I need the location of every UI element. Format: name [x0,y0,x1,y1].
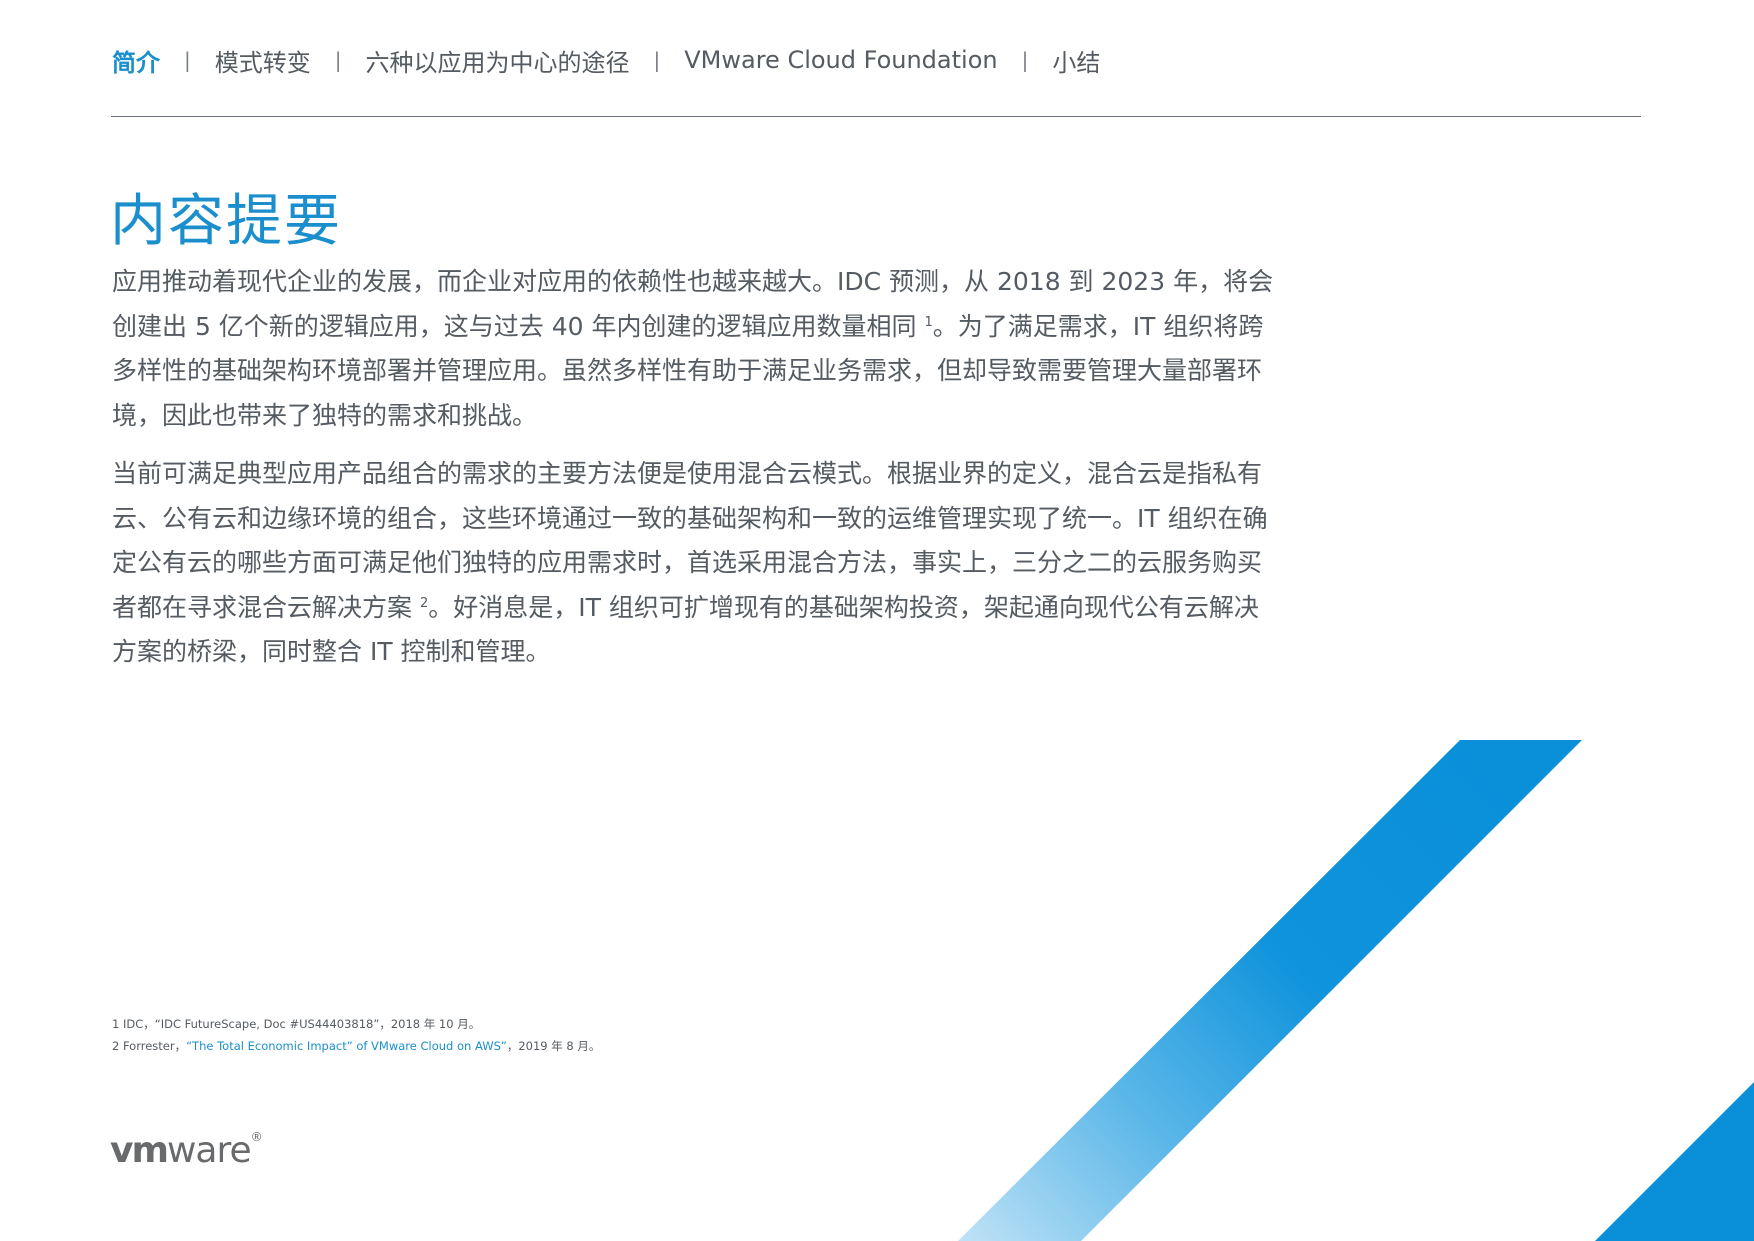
nav-separator: | [334,48,342,72]
footnote-2-link[interactable]: “The Total Economic Impact” of VMware Cl… [186,1039,507,1053]
logo-vm: vm [110,1130,169,1171]
footnotes: 1 IDC，“IDC FutureScape, Doc #US44403818”… [112,1013,600,1057]
header-divider [111,116,1641,117]
nav-item-six-paths[interactable]: 六种以应用为中心的途径 [366,43,630,78]
footnote-2: 2 Forrester，“The Total Economic Impact” … [112,1035,600,1057]
nav-item-paradigm-shift[interactable]: 模式转变 [215,43,311,78]
footnote-ref-2[interactable]: 2 [420,596,428,611]
nav-separator: | [184,48,191,72]
footnote-2-date: ，2019 年 8 月。 [506,1039,601,1053]
stripe-small [1595,1082,1754,1241]
vmware-logo: vmware® [110,1130,263,1171]
footnote-2-source: 2 Forrester， [112,1039,187,1053]
section-nav: 简介 | 模式转变 | 六种以应用为中心的途径 | VMware Cloud F… [112,40,1100,80]
body-paragraph-1: 应用推动着现代企业的发展，而企业对应用的依赖性也越来越大。IDC 预测，从 20… [112,260,1277,438]
nav-separator: | [653,48,661,72]
logo-ware: ware [166,1130,252,1171]
footnote-ref-1[interactable]: 1 [924,315,932,330]
nav-item-intro[interactable]: 简介 [112,43,160,78]
nav-item-summary[interactable]: 小结 [1052,43,1100,78]
footnote-1: 1 IDC，“IDC FutureScape, Doc #US44403818”… [112,1017,481,1031]
page-title: 内容提要 [110,189,342,254]
logo-registered-mark: ® [250,1130,263,1144]
body-paragraph-2: 当前可满足典型应用产品组合的需求的主要方法便是使用混合云模式。根据业界的定义，混… [112,452,1277,675]
stripe-large [958,740,1582,1241]
nav-separator: | [1021,48,1029,72]
nav-item-vmware-cloud-foundation[interactable]: VMware Cloud Foundation [684,46,997,74]
